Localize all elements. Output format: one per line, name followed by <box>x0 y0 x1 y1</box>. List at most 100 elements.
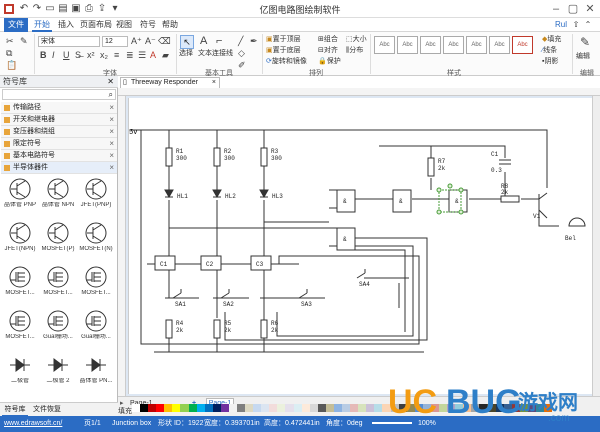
close-icon[interactable]: × <box>109 138 114 150</box>
subscript-icon[interactable]: x₂ <box>100 50 108 60</box>
close-icon[interactable]: × <box>109 114 114 126</box>
panel-close-icon[interactable]: ✕ <box>107 77 114 86</box>
symbol-item[interactable]: MOSFET... <box>78 264 114 301</box>
align-button[interactable]: ⊟对齐 <box>318 46 338 56</box>
share-icon[interactable]: ⇧ <box>571 18 581 32</box>
library-item[interactable]: 基本电路符号 × <box>1 150 117 162</box>
palette-color-swatch[interactable] <box>180 404 189 412</box>
bullets-icon[interactable]: ☰ <box>138 50 146 60</box>
select-tool-label[interactable]: 选择 <box>179 49 193 59</box>
font-color-icon[interactable]: A <box>150 50 156 60</box>
palette-color-swatch[interactable] <box>220 404 229 412</box>
strikethrough-icon[interactable]: S̶ <box>75 50 81 60</box>
palette-color-swatch[interactable] <box>366 404 375 412</box>
palette-color-swatch[interactable] <box>317 404 326 412</box>
rotate-mirror-button[interactable]: ⟳旋转和镜像 <box>266 57 307 67</box>
palette-color-swatch[interactable] <box>269 404 278 412</box>
clear-format-icon[interactable]: ⌫ <box>158 36 171 46</box>
close-button[interactable]: ✕ <box>582 1 598 17</box>
connector-tool-label[interactable]: 连接线 <box>212 49 233 59</box>
palette-color-swatch[interactable] <box>342 404 351 412</box>
group-button[interactable]: ⊞组合 <box>318 35 338 45</box>
drawing-page[interactable]: 5v R1 300 R2 300 R3 300 R4 2k R5 2k R6 2k R7 2k R8 2k HL… <box>128 98 592 394</box>
copy-icon[interactable]: ⧉ <box>6 48 12 58</box>
library-search-input[interactable]: ⌕ <box>2 89 116 100</box>
palette-color-swatch[interactable] <box>237 404 246 412</box>
symbol-item[interactable]: 晶体管 PNP <box>2 176 38 213</box>
text-tool-icon[interactable]: A <box>200 36 207 47</box>
library-item[interactable]: 传输路径 × <box>1 102 117 114</box>
bring-front-button[interactable]: ▣置于顶层 <box>266 35 301 45</box>
symbol-item[interactable]: 晶体管 PN... <box>78 352 114 389</box>
canvas-area[interactable]: 5v R1 300 R2 300 R3 300 R4 2k R5 2k R6 2k R7 2k R8 2k HL… <box>118 88 600 396</box>
protect-button[interactable]: 🔒保护 <box>318 57 341 67</box>
palette-color-swatch[interactable] <box>140 404 149 412</box>
tab-file-recovery[interactable]: 文件恢复 <box>32 403 62 417</box>
palette-color-swatch[interactable] <box>285 404 294 412</box>
palette-color-swatch[interactable] <box>188 404 197 412</box>
close-icon[interactable]: × <box>109 150 114 162</box>
circuit-diagram[interactable]: 5v R1300R2300R3300R42kR52kR62kR72kR82kHL… <box>129 98 593 394</box>
text-tool-label[interactable]: 文本 <box>198 49 212 59</box>
palette-color-swatch[interactable] <box>245 404 254 412</box>
resistor[interactable] <box>260 147 268 167</box>
library-item-active[interactable]: 半导体器件 × <box>1 162 117 174</box>
bold-icon[interactable]: B <box>40 50 47 60</box>
resistor[interactable] <box>427 157 435 177</box>
switch[interactable] <box>356 269 366 279</box>
cut-icon[interactable]: ✂ <box>6 36 14 46</box>
shadow-button[interactable]: ▪阴影 <box>542 57 558 67</box>
style-swatch-1[interactable]: Abc <box>374 36 395 54</box>
edit-icon[interactable]: ✎ <box>580 36 590 48</box>
resistor[interactable] <box>213 319 221 339</box>
palette-color-swatch[interactable] <box>253 404 262 412</box>
capacitor[interactable] <box>499 159 511 165</box>
palette-color-swatch[interactable] <box>277 404 286 412</box>
menu-view[interactable]: 视图 <box>114 18 134 32</box>
symbol-item[interactable]: 二极管 2 <box>40 352 76 389</box>
close-icon[interactable]: × <box>109 162 114 174</box>
distribute-button[interactable]: ⫼分布 <box>346 46 363 56</box>
symbol-item[interactable]: Gual栅场... <box>78 308 114 345</box>
palette-color-swatch[interactable] <box>172 404 181 412</box>
resistor[interactable] <box>500 195 520 203</box>
transistor[interactable] <box>538 192 548 208</box>
library-item[interactable]: 开关和继电器 × <box>1 114 117 126</box>
palette-color-swatch[interactable] <box>333 404 343 412</box>
symbol-item[interactable]: MOSFET... <box>40 264 76 301</box>
menu-help[interactable]: 帮助 <box>160 18 180 32</box>
maximize-button[interactable]: ▢ <box>565 1 581 17</box>
size-button[interactable]: ⬚大小 <box>346 35 367 45</box>
palette-color-swatch[interactable] <box>301 404 310 412</box>
select-tool-icon[interactable]: ↖ <box>180 35 194 49</box>
palette-color-swatch[interactable] <box>164 404 173 412</box>
symbol-item[interactable]: JFET(NPN) <box>2 220 38 257</box>
font-shrink-icon[interactable]: A⁻ <box>145 36 156 46</box>
palette-color-swatch[interactable] <box>358 404 367 412</box>
send-back-button[interactable]: ▣置于底层 <box>266 46 301 56</box>
menu-insert[interactable]: 插入 <box>56 18 76 32</box>
connector-tool-icon[interactable]: ⌐ <box>216 36 222 47</box>
italic-icon[interactable]: I <box>52 50 55 60</box>
library-item[interactable]: 限定符号 × <box>1 138 117 150</box>
close-icon[interactable]: × <box>109 102 114 114</box>
symbol-item[interactable]: MOSFET... <box>2 308 38 345</box>
highlight-icon[interactable]: ▰ <box>162 50 169 60</box>
align-left-icon[interactable]: ≡ <box>114 50 119 60</box>
symbol-item[interactable]: MOSFET(N) <box>78 220 114 257</box>
palette-color-swatch[interactable] <box>204 404 213 412</box>
superscript-icon[interactable]: x² <box>87 50 95 60</box>
style-swatch-5[interactable]: Abc <box>466 36 487 54</box>
resistor[interactable] <box>213 147 221 167</box>
menu-page-layout[interactable]: 页面布局 <box>80 18 112 32</box>
library-item[interactable]: 变压器和绕组 × <box>1 126 117 138</box>
switch[interactable] <box>172 289 182 299</box>
palette-color-swatch[interactable] <box>309 404 318 412</box>
menu-file[interactable]: 文件 <box>4 18 28 32</box>
vertical-scrollbar[interactable] <box>592 96 600 396</box>
website-link[interactable]: www.edrawsoft.cn/ <box>4 416 62 432</box>
minimize-button[interactable]: – <box>548 1 564 17</box>
user-name[interactable]: Rul <box>552 18 570 32</box>
menu-symbol[interactable]: 符号 <box>138 18 158 32</box>
close-icon[interactable]: × <box>109 126 114 138</box>
